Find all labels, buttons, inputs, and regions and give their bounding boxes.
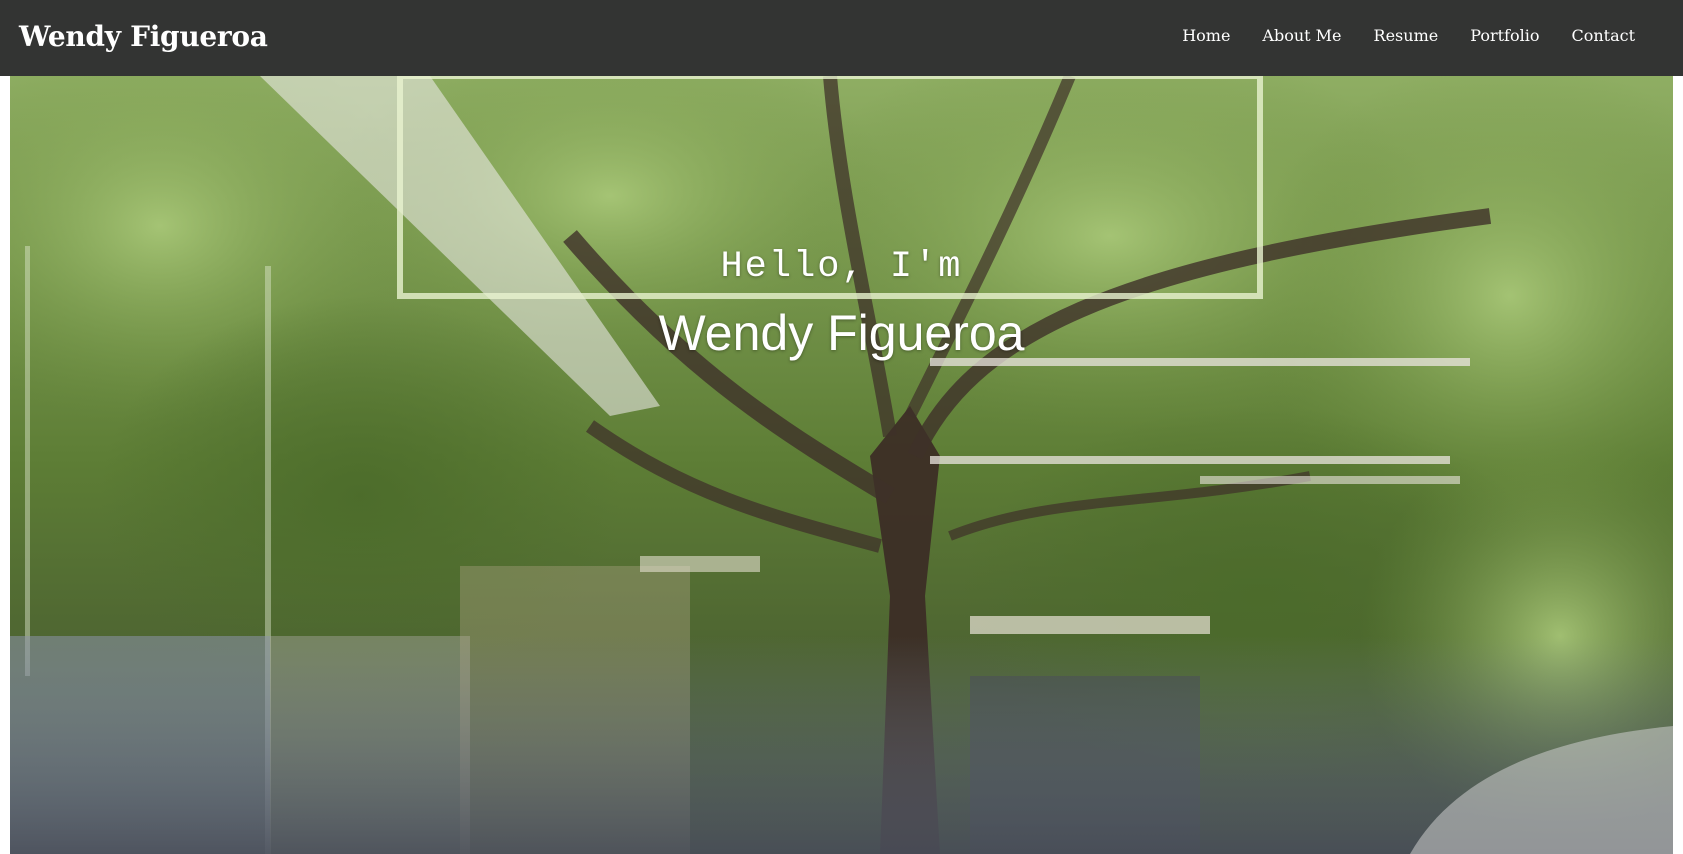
nav-link-contact[interactable]: Contact xyxy=(1555,23,1651,49)
hero-background-image xyxy=(10,76,1673,854)
nav-link-home[interactable]: Home xyxy=(1166,23,1246,49)
brand-link[interactable]: Wendy Figueroa xyxy=(19,17,268,57)
nav-link-resume[interactable]: Resume xyxy=(1358,23,1455,49)
nav-link-portfolio[interactable]: Portfolio xyxy=(1454,23,1555,49)
hero-name: Wendy Figueroa xyxy=(658,305,1025,361)
hero-section: Hello, I'm Wendy Figueroa xyxy=(10,76,1673,854)
hero-greeting: Hello, I'm xyxy=(720,246,963,288)
top-navbar: Wendy Figueroa Home About Me Resume Port… xyxy=(0,0,1683,76)
nav-links: Home About Me Resume Portfolio Contact xyxy=(1166,23,1651,49)
nav-link-about-me[interactable]: About Me xyxy=(1246,23,1357,49)
